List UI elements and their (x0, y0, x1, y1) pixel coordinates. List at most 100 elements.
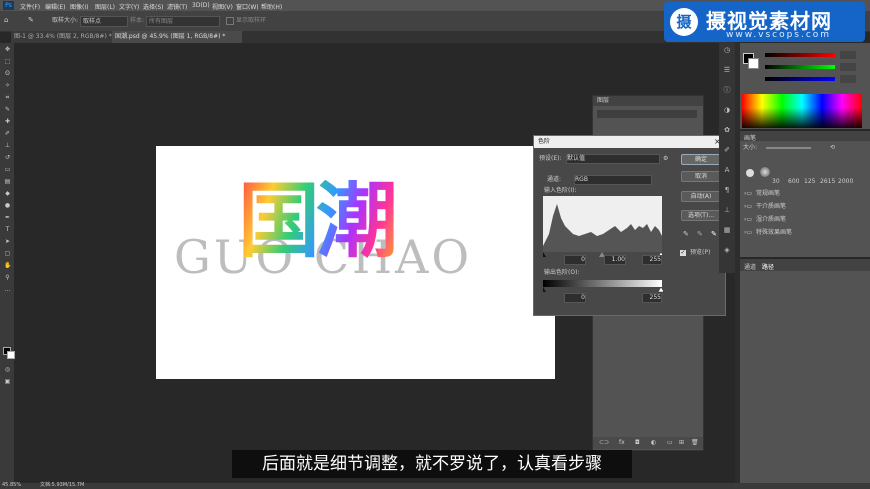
pen-tool-icon[interactable]: ✒ (4, 215, 11, 221)
3d-panel-icon[interactable]: ◈ (723, 247, 731, 254)
more-tools-icon[interactable]: … (4, 287, 11, 293)
black-eyedropper-icon[interactable]: ✎ (683, 231, 689, 238)
fx-icon[interactable]: fx (619, 440, 625, 446)
lasso-tool-icon[interactable]: ʘ (4, 71, 11, 77)
properties-panel-icon[interactable]: ☰ (723, 67, 731, 74)
brush-group-0[interactable]: 常规画笔 (756, 191, 780, 197)
hand-tool-icon[interactable]: ✋ (4, 263, 11, 269)
tab-doc-1[interactable]: 图-1 @ 33.4% (图层 2, RGB/8#) * (11, 31, 112, 43)
magic-wand-tool-icon[interactable]: ✧ (4, 83, 11, 89)
brush-preset-0-icon[interactable] (746, 169, 754, 177)
character-panel-icon[interactable]: A (723, 167, 731, 174)
quick-mask-icon[interactable]: ◎ (4, 367, 11, 373)
adjustments-panel-icon[interactable]: ◑ (723, 107, 731, 114)
preset-gear-icon[interactable]: ⚙ (663, 156, 668, 162)
home-icon[interactable]: ⌂ (4, 17, 8, 24)
color-spectrum[interactable] (742, 94, 862, 128)
show-ring-checkbox[interactable] (226, 17, 234, 25)
tab-channels[interactable]: 通道 (744, 262, 756, 271)
brush-settings-icon[interactable]: ✐ (723, 147, 731, 154)
sample-select[interactable]: 所有图层 (146, 16, 220, 27)
menu-file[interactable]: 文件(F) (20, 2, 40, 11)
preset-select[interactable]: 默认值 (566, 154, 660, 164)
screen-mode-icon[interactable]: ▣ (4, 379, 11, 385)
shape-tool-icon[interactable]: ▢ (4, 251, 11, 257)
green-slider[interactable] (765, 65, 835, 69)
type-tool-icon[interactable]: T (4, 227, 11, 233)
histogram (543, 196, 662, 252)
layers-tab[interactable]: 图层 (597, 98, 609, 104)
brush-group-3[interactable]: 特殊效果画笔 (756, 230, 792, 236)
menu-3d[interactable]: 3D(D) (192, 2, 210, 9)
clone-source-icon[interactable]: ⊥ (723, 207, 731, 214)
brushes-panel-header: 画笔 (740, 131, 870, 142)
menu-select[interactable]: 选择(S) (143, 2, 164, 11)
gradient-tool-icon[interactable]: ▤ (4, 179, 11, 185)
blur-tool-icon[interactable]: ◆ (4, 191, 11, 197)
link-layers-icon[interactable]: ⊂⊃ (599, 440, 609, 446)
add-mask-icon[interactable]: ◘ (635, 440, 640, 446)
adjustment-layer-icon[interactable]: ◐ (651, 440, 656, 446)
blue-slider[interactable] (765, 77, 835, 81)
tab-doc-guochao[interactable]: 国潮.psd @ 45.9% (图层 1, RGB/8#) * (112, 31, 242, 43)
red-slider[interactable] (765, 53, 835, 57)
brush-group-2[interactable]: 湿介质画笔 (756, 217, 786, 223)
history-brush-icon[interactable]: ↺ (4, 155, 11, 161)
menu-filter[interactable]: 滤镜(T) (167, 2, 187, 11)
eraser-tool-icon[interactable]: ▭ (4, 167, 11, 173)
auto-button[interactable]: 自动(A) (681, 191, 721, 202)
move-tool-icon[interactable]: ✥ (4, 47, 11, 53)
menu-edit[interactable]: 编辑(E) (45, 2, 65, 11)
menu-help[interactable]: 帮助(H) (261, 2, 282, 11)
gray-eyedropper-icon[interactable]: ✎ (697, 231, 703, 238)
green-value-field[interactable] (840, 63, 856, 71)
options-button[interactable]: 选项(T)... (681, 210, 721, 221)
new-layer-icon[interactable]: ⊞ (679, 440, 684, 446)
red-value-field[interactable] (840, 51, 856, 59)
color-bg-swatch[interactable] (748, 58, 759, 69)
stamp-tool-icon[interactable]: ⊥ (4, 143, 11, 149)
input-black-field[interactable]: 0 (564, 255, 586, 265)
output-black-field[interactable]: 0 (564, 293, 586, 303)
ok-button[interactable]: 确定 (681, 154, 721, 165)
blue-value-field[interactable] (840, 75, 856, 83)
brush-tool-icon[interactable]: ✐ (4, 131, 11, 137)
history-panel-icon[interactable]: ◷ (723, 47, 731, 54)
crop-tool-icon[interactable]: ⌗ (4, 95, 11, 101)
paragraph-panel-icon[interactable]: ¶ (723, 187, 731, 194)
menu-image[interactable]: 图像(I) (70, 2, 88, 11)
background-color-swatch[interactable] (7, 351, 15, 359)
zoom-tool-icon[interactable]: ⚲ (4, 275, 11, 281)
brush-preset-1-icon[interactable] (760, 167, 770, 177)
tab-paths[interactable]: 路径 (762, 262, 774, 271)
new-group-icon[interactable]: ▭ (667, 440, 673, 446)
eyedropper-icon[interactable]: ✎ (4, 107, 11, 113)
marquee-tool-icon[interactable]: ⬚ (4, 59, 11, 65)
menu-type[interactable]: 文字(Y) (119, 2, 139, 11)
channel-select[interactable]: RGB (574, 175, 652, 185)
preview-checkbox[interactable]: ✓ (680, 250, 686, 256)
dodge-tool-icon[interactable]: ● (4, 203, 11, 209)
cancel-button[interactable]: 取消 (681, 171, 721, 182)
menu-view[interactable]: 视图(V) (212, 2, 233, 11)
styles-panel-icon[interactable]: ✿ (723, 127, 731, 134)
output-white-field[interactable]: 255 (642, 293, 662, 303)
zoom-level[interactable]: 45.85% (2, 483, 21, 488)
delete-layer-icon[interactable]: 🗑 (691, 440, 699, 446)
layer-filter-bar[interactable] (597, 110, 697, 118)
sample-size-select[interactable]: 取样点 (80, 16, 128, 27)
white-eyedropper-icon[interactable]: ✎ (711, 231, 717, 238)
brush-group-1[interactable]: 干介质画笔 (756, 204, 786, 210)
tab-brushes[interactable]: 画笔 (744, 133, 756, 142)
document-canvas[interactable]: GUO CHAO 国潮 (156, 146, 555, 379)
menu-layer[interactable]: 图层(L) (95, 2, 115, 11)
brush-size-slider[interactable] (766, 147, 811, 149)
info-panel-icon[interactable]: ⓘ (723, 87, 731, 94)
healing-tool-icon[interactable]: ✚ (4, 119, 11, 125)
input-gamma-field[interactable]: 1.00 (604, 255, 626, 265)
menu-window[interactable]: 窗口(W) (236, 2, 259, 11)
libraries-panel-icon[interactable]: ▦ (723, 227, 731, 234)
input-white-field[interactable]: 255 (642, 255, 662, 265)
eyedropper-tool-icon[interactable]: ✎ (28, 17, 34, 24)
path-select-icon[interactable]: ➤ (4, 239, 11, 245)
